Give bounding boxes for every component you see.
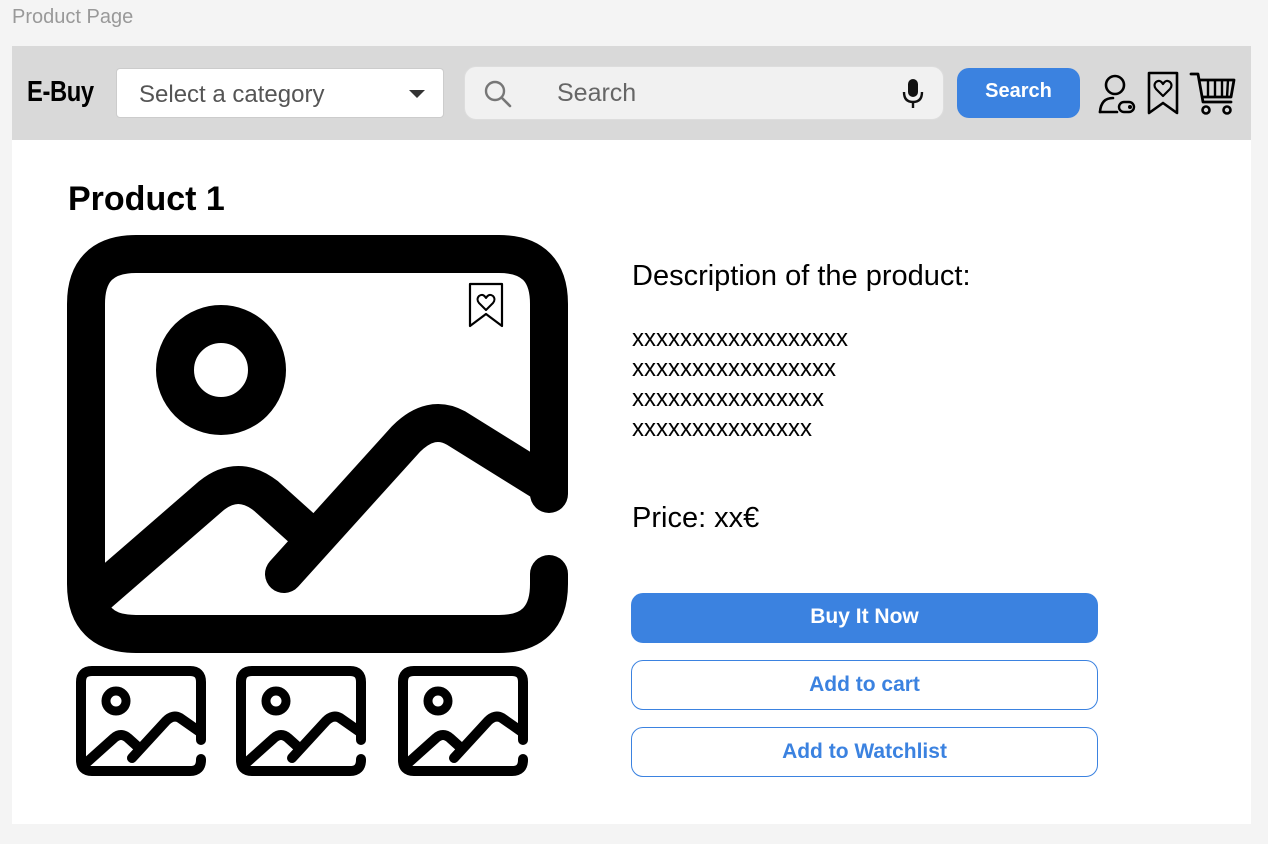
logo[interactable]: E-Buy <box>27 76 94 109</box>
search-button[interactable]: Search <box>957 68 1080 118</box>
product-title: Product 1 <box>68 180 225 218</box>
description-line: xxxxxxxxxxxxxxxxxx <box>632 325 848 352</box>
user-icon[interactable] <box>1097 72 1137 116</box>
product-thumbnail[interactable] <box>74 664 208 778</box>
product-image[interactable] <box>66 234 568 654</box>
description-text: xxxxxxxxxxxxxxxxxx xxxxxxxxxxxxxxxxx xxx… <box>632 324 848 444</box>
page-label: Product Page <box>12 6 134 28</box>
search-box <box>464 66 944 120</box>
cart-icon[interactable] <box>1189 70 1237 116</box>
product-page-frame: E-Buy Select a category Search Search Pr… <box>12 46 1251 824</box>
description-line: xxxxxxxxxxxxxxx <box>632 415 812 442</box>
category-select-value: Select a category <box>139 81 325 108</box>
watchlist-icon[interactable] <box>468 282 504 328</box>
buy-now-button[interactable]: Buy It Now <box>631 593 1098 643</box>
microphone-icon[interactable] <box>901 78 925 110</box>
product-thumbnail[interactable] <box>234 664 368 778</box>
description-label: Description of the product: <box>632 260 971 292</box>
description-line: xxxxxxxxxxxxxxxxx <box>632 355 836 382</box>
description-line: xxxxxxxxxxxxxxxx <box>632 385 824 412</box>
watchlist-icon[interactable] <box>1145 70 1181 116</box>
search-input[interactable] <box>557 76 877 110</box>
chevron-down-icon <box>409 90 425 98</box>
add-to-watchlist-button[interactable]: Add to Watchlist <box>631 727 1098 777</box>
search-icon[interactable] <box>483 79 513 109</box>
price: Price: xx€ <box>632 502 760 534</box>
product-thumbnail[interactable] <box>396 664 530 778</box>
category-select[interactable]: Select a category <box>116 68 444 118</box>
header-bar: E-Buy Select a category Search <box>12 46 1251 140</box>
add-to-cart-button[interactable]: Add to cart <box>631 660 1098 710</box>
